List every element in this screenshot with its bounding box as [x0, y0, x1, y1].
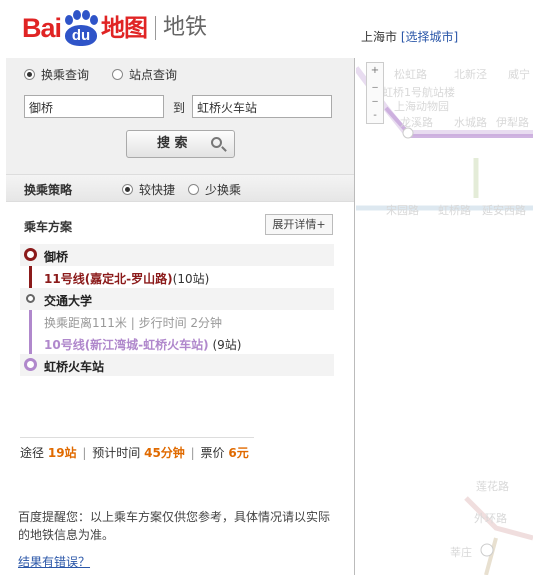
product-name: 地铁: [163, 15, 208, 40]
strategy-label: 换乘策略: [24, 183, 73, 197]
route-step-end: 虹桥火车站: [20, 354, 334, 376]
baidu-map-logo[interactable]: Bai du 地图 地铁: [22, 6, 207, 46]
select-city-link[interactable]: [选择城市]: [401, 30, 458, 44]
route-panel: 换乘查询 站点查询 御桥 到 虹桥火车站 搜 索 换乘策略 较快捷 少换乘 乘车…: [6, 58, 355, 575]
summary-fare-value: 6元: [228, 446, 249, 460]
disclaimer-text: 百度提醒您：以上乘车方案仅供您参考，具体情况请以实际的地铁信息为准。: [18, 510, 331, 542]
map-station-label: 延安西路: [482, 204, 526, 217]
map-station-label: 水城路: [454, 116, 487, 129]
transfer-info: 换乘距离111米 | 步行时间 2分钟: [44, 316, 223, 330]
map-station-label: 莘庄: [450, 546, 472, 559]
radio-unchecked-icon: [112, 69, 123, 80]
summary-time-label: 预计时间: [92, 446, 141, 460]
summary-time-value: 45分钟: [144, 446, 185, 460]
strategy-less-transfer-label: 少换乘: [205, 183, 242, 197]
radio-unchecked-icon: [188, 184, 199, 195]
plan-title: 乘车方案: [24, 220, 73, 234]
map-station-label: 虹桥路: [438, 204, 471, 217]
strategy-row: 换乘策略 较快捷 少换乘: [6, 174, 354, 202]
end-node-icon: [24, 358, 37, 371]
start-node-icon: [24, 248, 37, 261]
mode-transfer-radio[interactable]: 换乘查询: [24, 66, 89, 83]
map-station-label: 伊犁路: [496, 116, 529, 129]
map-station-label: 莲花路: [476, 480, 509, 493]
radio-checked-icon: [122, 184, 133, 195]
zoom-slider-icon[interactable]: ‒: [370, 83, 380, 93]
zoom-in-icon[interactable]: +: [370, 66, 380, 76]
map-station-label: 龙溪路: [400, 116, 433, 129]
strategy-less-transfer-radio[interactable]: 少换乘: [188, 181, 241, 198]
from-input[interactable]: 御桥: [24, 95, 164, 118]
map-station-label: 外环路: [474, 512, 507, 525]
strategy-fast-radio[interactable]: 较快捷: [122, 181, 175, 198]
to-label: 到: [173, 101, 186, 115]
leg1-line[interactable]: 11号线(嘉定北-罗山路): [44, 272, 173, 286]
metro-lines: [356, 66, 533, 575]
summary-pass-value: 19站: [47, 446, 77, 460]
map-station-label: 上海动物园: [394, 100, 449, 113]
zoom-control: + ‒ ‒ -: [366, 62, 384, 124]
summary-pass-label: 途径: [20, 446, 45, 460]
current-city: 上海市: [361, 30, 398, 44]
transfer-node-icon: [26, 294, 35, 303]
expand-details-button[interactable]: 展开详情+: [265, 214, 333, 235]
leg1-stops: (10站): [172, 272, 210, 286]
search-box: 换乘查询 站点查询 御桥 到 虹桥火车站 搜 索: [6, 58, 354, 174]
map-station-label: 宋园路: [386, 204, 419, 217]
summary-fare-label: 票价: [200, 446, 225, 460]
search-icon: [211, 137, 222, 148]
route-step-transfer-info: 换乘距离111米 | 步行时间 2分钟: [20, 310, 334, 332]
zoom-slider-icon[interactable]: ‒: [370, 97, 380, 107]
mode-transfer-label: 换乘查询: [41, 68, 90, 82]
zoom-out-icon[interactable]: -: [370, 111, 380, 121]
summary-divider: [20, 437, 254, 438]
search-button[interactable]: 搜 索: [126, 130, 235, 158]
strategy-fast-label: 较快捷: [139, 183, 176, 197]
map-station-label: 北新泾: [454, 68, 487, 81]
logo-du-text: du: [65, 25, 98, 46]
leg2-stops: (9站): [212, 338, 242, 352]
route-summary: 途径 19站 | 预计时间 45分钟 | 票价 6元: [20, 446, 249, 460]
radio-checked-icon: [24, 69, 35, 80]
logo-ditu-text: 地图: [101, 14, 148, 42]
end-station: 虹桥火车站: [44, 360, 105, 374]
metro-map[interactable]: 松虹路 北新泾 威宁 虹桥1号航站楼 上海动物园 龙溪路 水城路 伊犁路 宋园路…: [356, 58, 533, 575]
leg2-line[interactable]: 10号线(新江湾城-虹桥火车站): [44, 338, 209, 352]
paw-icon: du: [62, 10, 100, 46]
logo-bai-text: Bai: [22, 13, 62, 43]
transfer-station: 交通大学: [44, 294, 93, 308]
logo-divider: [155, 16, 157, 40]
map-station-label: 威宁: [508, 68, 530, 81]
mode-station-radio[interactable]: 站点查询: [112, 66, 177, 83]
route-step-leg2: 10号线(新江湾城-虹桥火车站) (9站): [20, 332, 334, 354]
search-button-label: 搜 索: [157, 136, 188, 151]
to-input[interactable]: 虹桥火车站: [192, 95, 332, 118]
map-station-label: 松虹路: [394, 68, 427, 81]
city-selector: 上海市 [选择城市]: [361, 28, 458, 45]
route-step-leg1: 11号线(嘉定北-罗山路)(10站): [20, 266, 334, 288]
mode-station-label: 站点查询: [129, 68, 178, 82]
start-station: 御桥: [44, 250, 69, 264]
header: Bai du 地图 地铁 上海市 [选择城市]: [0, 0, 533, 60]
route-step-transfer: 交通大学: [20, 288, 334, 310]
report-error-link[interactable]: 结果有错误？: [18, 553, 90, 570]
route-step-start: 御桥: [20, 244, 334, 266]
